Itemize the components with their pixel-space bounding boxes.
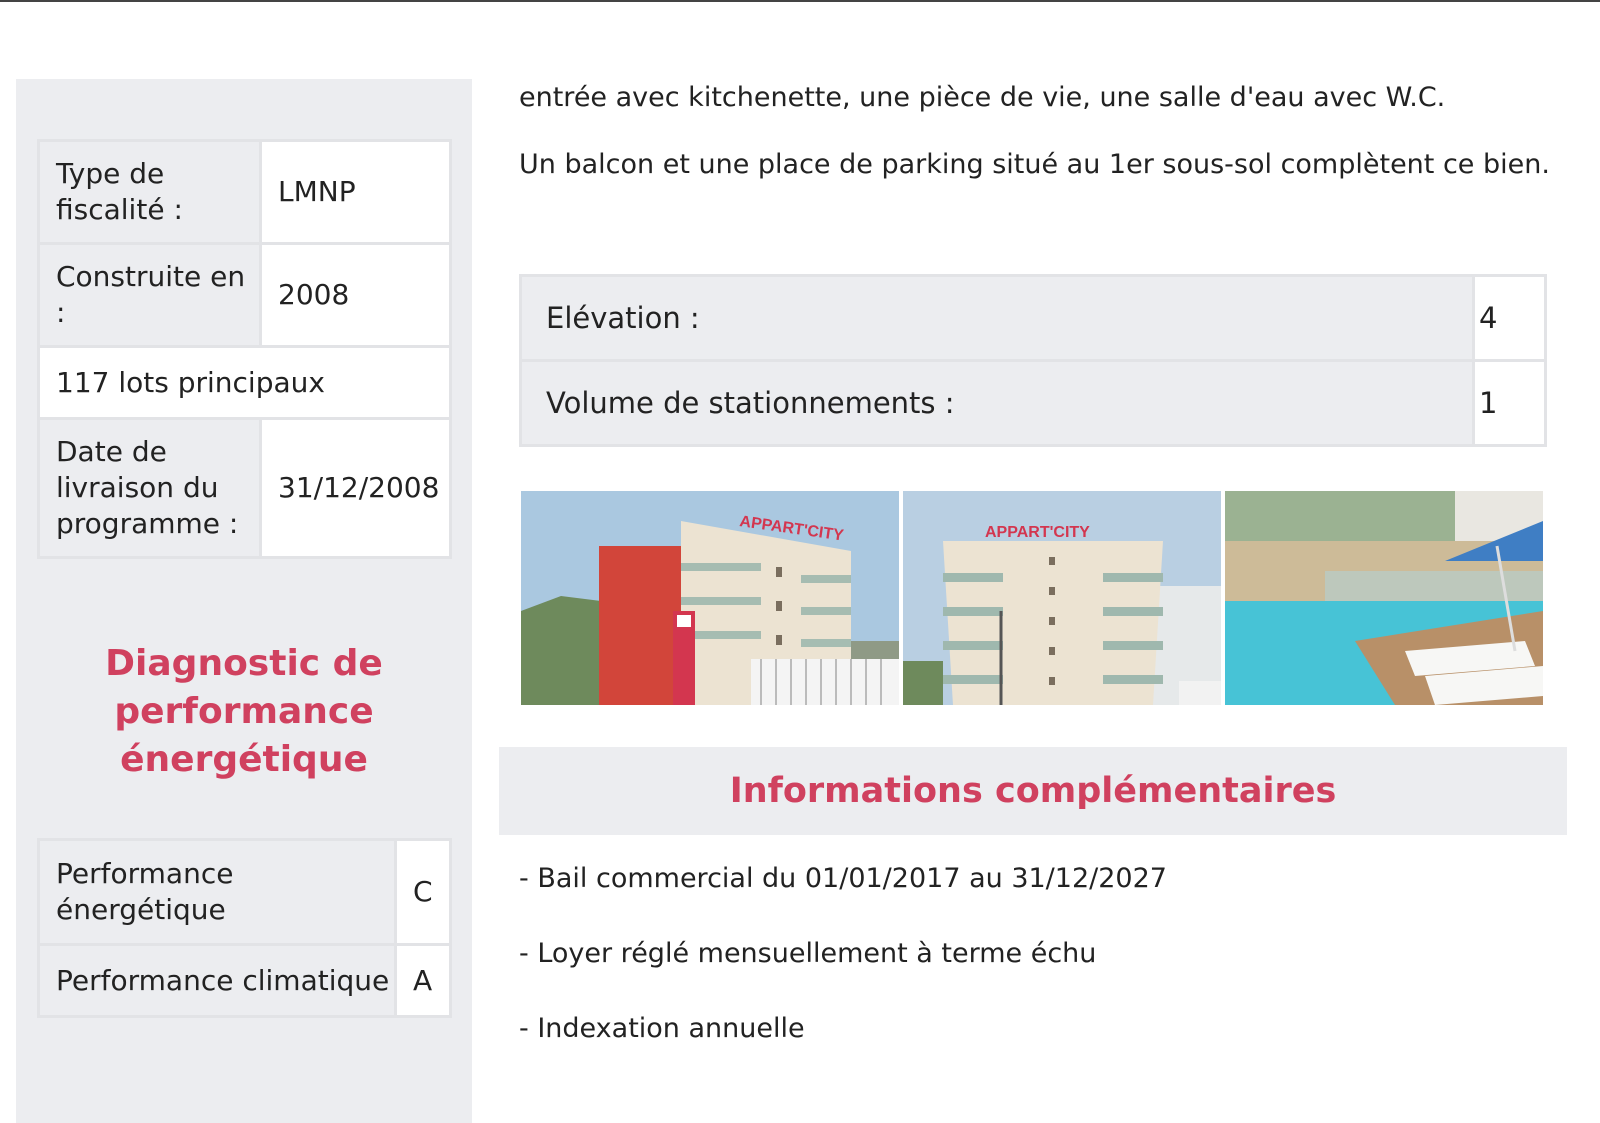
livraison-value: 31/12/2008 [259,417,452,559]
label-line: Type de [56,157,165,190]
description-line: Un balcon et une place de parking situé … [519,149,1550,180]
label-line: livraison du [56,471,219,504]
table-row: Elévation : 4 [519,274,1547,362]
specs-table: Elévation : 4 Volume de stationnements :… [519,274,1547,447]
property-details-table: Type de fiscalité : LMNP Construite en :… [37,139,452,559]
elevation-label: Elévation : [519,274,1475,362]
table-row: Type de fiscalité : LMNP [37,139,452,245]
perf-climatique-label: Performance climatique [37,943,397,1018]
label-line: Date de [56,435,167,468]
photo-pool-terrace[interactable] [1225,491,1543,705]
dpe-heading-line: énergétique [120,739,368,780]
lots-value: 117 lots principaux [37,345,452,420]
dpe-heading-line: Diagnostic de [105,643,383,684]
perf-energetique-value: C [394,838,452,946]
stationnements-label: Volume de stationnements : [519,359,1475,447]
fiscalite-value: LMNP [259,139,452,245]
table-row: Performance climatique A [37,943,452,1018]
building-front-image: APPART'CITY [903,491,1221,705]
pool-terrace-image [1225,491,1543,705]
label-line: Performance [56,857,234,890]
top-border [0,0,1600,2]
info-item: - Loyer réglé mensuellement à terme échu [519,938,1097,969]
elevation-value: 4 [1472,274,1547,362]
table-row: 117 lots principaux [37,345,452,420]
construite-value: 2008 [259,242,452,348]
table-row: Construite en : 2008 [37,242,452,348]
stationnements-value: 1 [1472,359,1547,447]
sign-text: APPART'CITY [985,524,1090,541]
info-heading: Informations complémentaires [729,771,1337,811]
label-line: programme : [56,507,239,540]
perf-energetique-label: Performance énergétique [37,838,397,946]
dpe-heading-line: performance [114,691,374,732]
table-row: Performance énergétique C [37,838,452,946]
info-heading-band: Informations complémentaires [499,747,1567,835]
photo-building-side[interactable]: APPART'CITY [521,491,899,705]
label-line: : [56,296,66,329]
perf-climatique-value: A [394,943,452,1018]
info-item: - Bail commercial du 01/01/2017 au 31/12… [519,863,1167,894]
photo-building-front[interactable]: APPART'CITY [903,491,1221,705]
info-item: - Indexation annuelle [519,1013,805,1044]
livraison-label: Date de livraison du programme : [37,417,262,559]
dpe-heading: Diagnostic de performance énergétique [16,640,472,784]
label-line: Construite en [56,260,246,293]
building-side-image: APPART'CITY [521,491,899,705]
table-row: Date de livraison du programme : 31/12/2… [37,417,452,559]
label-line: fiscalité : [56,193,183,226]
label-line: énergétique [56,893,226,926]
construite-label: Construite en : [37,242,262,348]
performance-table: Performance énergétique C Performance cl… [37,838,452,1018]
fiscalite-label: Type de fiscalité : [37,139,262,245]
description-line: entrée avec kitchenette, une pièce de vi… [519,82,1446,113]
table-row: Volume de stationnements : 1 [519,359,1547,447]
